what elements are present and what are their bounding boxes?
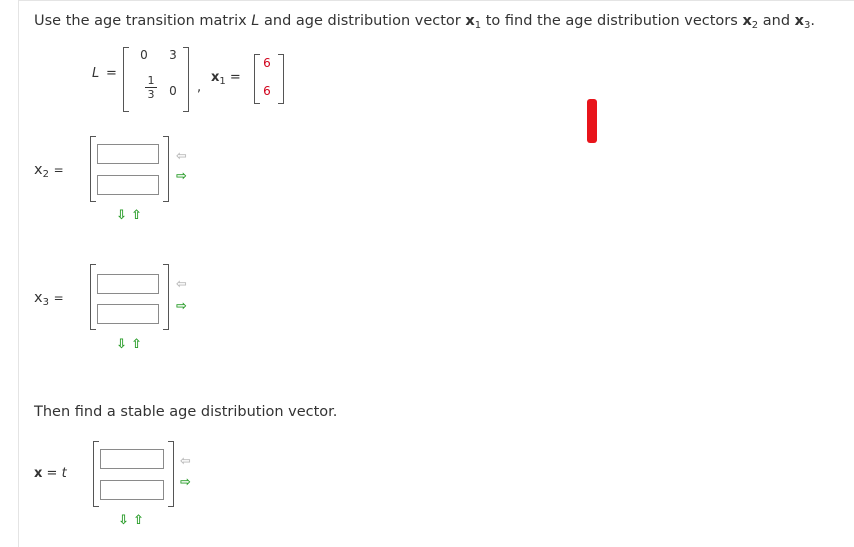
red-highlight-mark bbox=[587, 99, 597, 143]
remove-column-left-icon[interactable]: ⇦ bbox=[180, 455, 191, 468]
remove-column-left-icon[interactable]: ⇦ bbox=[176, 150, 187, 163]
x2-top-input[interactable] bbox=[97, 144, 159, 164]
vector-bracket-right bbox=[278, 54, 284, 104]
remove-column-left-icon[interactable]: ⇦ bbox=[176, 278, 187, 291]
matrix-bracket-left bbox=[123, 47, 129, 112]
x3-top-input[interactable] bbox=[97, 274, 159, 294]
vector-value: 6 bbox=[263, 56, 271, 70]
stable-bottom-input[interactable] bbox=[100, 480, 164, 500]
matrix-cell-fraction: 1 3 bbox=[145, 75, 157, 100]
add-row-down-icon[interactable]: ⇩ bbox=[116, 338, 127, 351]
matrix-label: L bbox=[92, 66, 100, 81]
remove-row-up-icon[interactable]: ⇧ bbox=[131, 209, 142, 222]
answer-label: x3 = bbox=[34, 290, 64, 308]
add-row-down-icon[interactable]: ⇩ bbox=[116, 209, 127, 222]
fraction-numerator: 1 bbox=[147, 74, 155, 87]
vector-value: 6 bbox=[263, 84, 271, 98]
comma: , bbox=[197, 80, 202, 95]
add-row-down-icon[interactable]: ⇩ bbox=[118, 514, 129, 527]
answer-label: x = t bbox=[34, 466, 67, 481]
matrix-cell: 0 bbox=[169, 84, 177, 98]
answer-bracket-left bbox=[90, 264, 96, 330]
add-column-right-icon[interactable]: ⇨ bbox=[176, 300, 187, 313]
remove-row-up-icon[interactable]: ⇧ bbox=[131, 338, 142, 351]
equals-sign: = bbox=[106, 66, 117, 81]
x2-bottom-input[interactable] bbox=[97, 175, 159, 195]
question-text: Use the age transition matrix L and age … bbox=[34, 13, 816, 31]
matrix-bracket-right bbox=[183, 47, 189, 112]
answer-bracket-left bbox=[90, 136, 96, 202]
remove-row-up-icon[interactable]: ⇧ bbox=[133, 514, 144, 527]
answer-bracket-right bbox=[168, 441, 174, 507]
add-column-right-icon[interactable]: ⇨ bbox=[176, 170, 187, 183]
add-column-right-icon[interactable]: ⇨ bbox=[180, 476, 191, 489]
answer-label: x2 = bbox=[34, 162, 64, 180]
matrix-cell: 0 bbox=[140, 48, 148, 62]
answer-bracket-left bbox=[93, 441, 99, 507]
stable-top-input[interactable] bbox=[100, 449, 164, 469]
answer-bracket-right bbox=[163, 136, 169, 202]
answer-bracket-right bbox=[163, 264, 169, 330]
x3-bottom-input[interactable] bbox=[97, 304, 159, 324]
fraction-denominator: 3 bbox=[147, 88, 155, 101]
matrix-cell: 3 bbox=[169, 48, 177, 62]
stable-prompt: Then find a stable age distribution vect… bbox=[34, 404, 338, 420]
vector-label: x1 = bbox=[211, 70, 241, 87]
